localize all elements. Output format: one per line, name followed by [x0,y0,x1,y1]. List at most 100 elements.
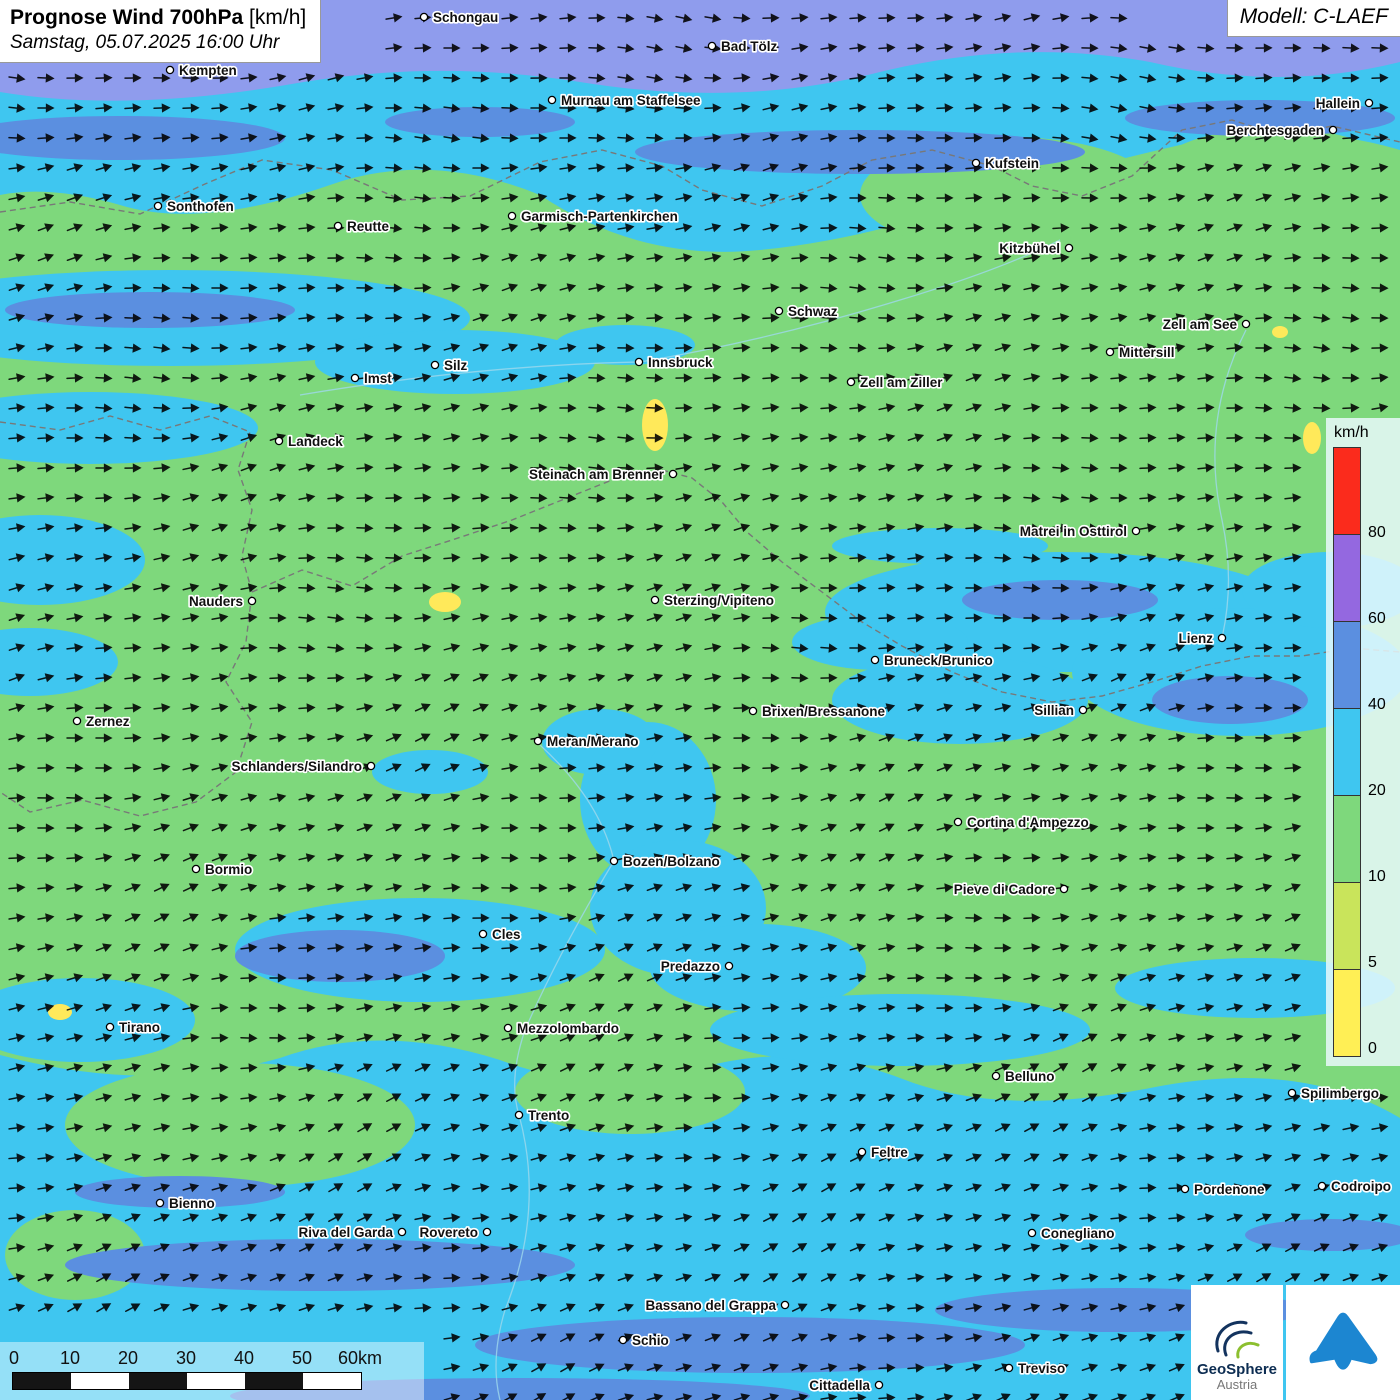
scale-bar-tick-label: 0 [9,1348,19,1369]
city-dot [610,857,617,864]
city-marker-riva-del-garda: Riva del Garda [298,1225,405,1240]
scale-bar-segment [13,1373,71,1389]
legend-segment [1334,622,1360,709]
city-label: Landeck [288,434,343,449]
city-dot [1060,885,1067,892]
city-dot [106,1023,113,1030]
geosphere-logo: GeoSphere Austria [1191,1285,1400,1400]
city-dot [248,597,255,604]
city-label: Bassano del Grappa [645,1298,776,1313]
city-dot [781,1301,788,1308]
city-marker-conegliano: Conegliano [1028,1226,1114,1241]
city-label: Kufstein [985,156,1039,171]
model-label: Modell: C-LAEF [1227,0,1400,37]
legend-tick-label: 80 [1368,524,1386,542]
scale-bar-segment [129,1373,187,1389]
city-label: Pordenone [1194,1182,1265,1197]
city-marker-pordenone: Pordenone [1181,1182,1265,1197]
city-dot [156,1199,163,1206]
geosphere-logo-mark-box [1286,1285,1400,1400]
city-label: Feltre [871,1145,908,1160]
legend-tick-label: 10 [1368,868,1386,886]
city-label: Kempten [179,63,237,78]
city-marker-mezzolombardo: Mezzolombardo [504,1021,619,1036]
city-dot [992,1072,999,1079]
city-marker-berchtesgaden: Berchtesgaden [1226,123,1336,138]
city-label: Spilimbergo [1301,1086,1379,1101]
scale-bar-segment [187,1373,245,1389]
legend-tick-label: 5 [1368,954,1377,972]
legend-color-bar: 806040201050 [1333,447,1361,1057]
city-label: Trento [528,1108,569,1123]
city-label: Zell am See [1163,317,1238,332]
city-marker-cortina-d-ampezzo: Cortina d'Ampezzo [954,815,1088,830]
city-label: Conegliano [1041,1226,1115,1241]
legend-segment [1334,709,1360,796]
city-label: Bienno [169,1196,215,1211]
city-dot [548,96,555,103]
city-dot [166,66,173,73]
city-marker-meran-merano: Meran/Merano [534,734,638,749]
city-dot [708,42,715,49]
city-label: Bad Tölz [721,39,777,54]
city-label: Sonthofen [167,199,234,214]
city-label: Murnau am Staffelsee [561,93,701,108]
city-label: Silz [444,358,468,373]
wind-forecast-map: SchongauBad TölzKemptenMurnau am Staffel… [0,0,1400,1400]
city-dot [1318,1182,1325,1189]
city-dot [619,1336,626,1343]
city-dot [1028,1229,1035,1236]
city-label: Zernez [86,714,130,729]
city-label: Imst [364,371,392,386]
city-label: Bruneck/Brunico [884,653,993,668]
city-dot [508,212,515,219]
city-marker-zell-am-see: Zell am See [1163,317,1250,332]
city-dot [875,1381,882,1388]
scale-bar-segments [12,1372,362,1390]
city-dot [1329,126,1336,133]
title-unit: [km/h] [243,6,306,29]
city-dot [483,1228,490,1235]
legend-panel: km/h 806040201050 [1326,418,1400,1066]
city-dot [275,437,282,444]
city-label: Kitzbühel [999,241,1060,256]
city-dot [192,865,199,872]
city-label: Lienz [1178,631,1213,646]
city-dot [154,202,161,209]
city-label: Treviso [1018,1361,1065,1376]
legend-tick-label: 20 [1368,782,1386,800]
city-label: Cles [492,927,521,942]
legend-segment [1334,535,1360,622]
legend-segment [1334,883,1360,970]
scale-bar-segment [303,1373,361,1389]
city-label: Hallein [1316,96,1360,111]
city-marker-schlanders-silandro: Schlanders/Silandro [231,759,374,774]
city-dot [351,374,358,381]
city-label: Nauders [189,594,243,609]
city-dot [954,818,961,825]
legend-segment [1334,448,1360,535]
city-dot [515,1111,522,1118]
legend-tick-label: 40 [1368,696,1386,714]
map-canvas: SchongauBad TölzKemptenMurnau am Staffel… [0,0,1400,1400]
city-dot [504,1024,511,1031]
scale-bar-tick-label: 20 [118,1348,138,1369]
city-marker-matrei-in-osttirol: Matrei in Osttirol [1020,524,1140,539]
city-dot [1181,1185,1188,1192]
city-label: Brixen/Bressanone [762,704,886,719]
city-marker-murnau-am-staffelsee: Murnau am Staffelsee [548,93,701,108]
city-label: Cortina d'Ampezzo [967,815,1089,830]
logo-brand-text: GeoSphere [1197,1361,1277,1378]
city-dot [1106,348,1113,355]
logo-country-text: Austria [1217,1378,1257,1393]
city-dot [73,717,80,724]
city-label: Schio [632,1333,669,1348]
scale-bar-tick-label: 50 [292,1348,312,1369]
city-dot [847,378,854,385]
title-main: Prognose Wind 700hPa [10,6,243,29]
city-marker-sonthofen: Sonthofen [154,199,233,214]
city-dot [1242,320,1249,327]
city-label: Sterzing/Vipiteno [664,593,774,608]
city-label: Mittersill [1119,345,1175,360]
city-dot [1132,527,1139,534]
